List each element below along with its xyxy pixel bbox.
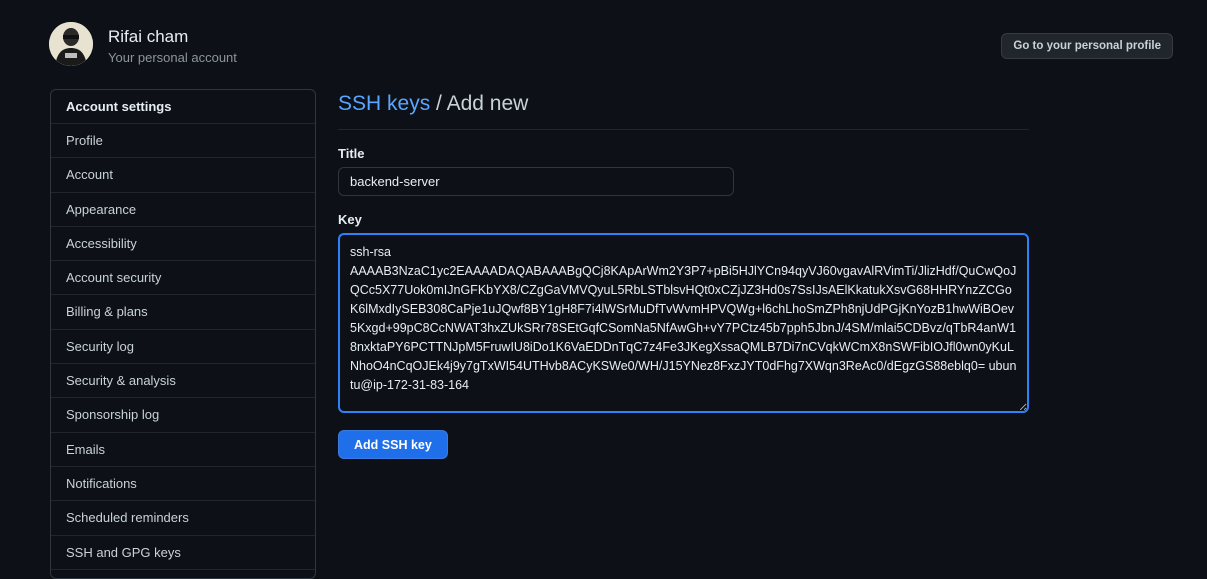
user-name[interactable]: Rifai cham — [108, 27, 188, 47]
sidebar-item-notifications[interactable]: Notifications — [51, 467, 315, 502]
breadcrumb-ssh-keys-link[interactable]: SSH keys — [338, 92, 430, 115]
sidebar-item-accessibility[interactable]: Accessibility — [51, 227, 315, 262]
avatar-image-icon — [49, 22, 93, 66]
key-label: Key — [338, 212, 362, 227]
account-header: Rifai cham Your personal account Go to y… — [49, 22, 1173, 70]
title-label: Title — [338, 146, 365, 161]
sidebar-item-emails[interactable]: Emails — [51, 433, 315, 467]
key-textarea[interactable]: ssh-rsa AAAAB3NzaC1yc2EAAAADAQABAAABgQCj… — [338, 233, 1029, 413]
avatar[interactable] — [49, 22, 93, 66]
settings-sidebar: Account settings Profile Account Appeara… — [50, 89, 316, 579]
sidebar-item-security-analysis[interactable]: Security & analysis — [51, 364, 315, 399]
sidebar-item-profile[interactable]: Profile — [51, 124, 315, 159]
sidebar-item-account-security[interactable]: Account security — [51, 261, 315, 296]
breadcrumb-separator: / — [430, 92, 447, 115]
sidebar-item-appearance[interactable]: Appearance — [51, 193, 315, 227]
sidebar-heading: Account settings — [51, 90, 315, 124]
sidebar-item-billing[interactable]: Billing & plans — [51, 295, 315, 330]
sidebar-item-ssh-gpg-keys[interactable]: SSH and GPG keys — [51, 536, 315, 570]
main-content: SSH keys / Add new Title Key ssh-rsa AAA… — [338, 92, 1029, 459]
user-subtitle: Your personal account — [108, 50, 237, 65]
page-title: SSH keys / Add new — [338, 92, 1029, 130]
go-to-profile-button[interactable]: Go to your personal profile — [1001, 33, 1173, 59]
add-ssh-key-button[interactable]: Add SSH key — [338, 430, 448, 459]
sidebar-item-account[interactable]: Account — [51, 158, 315, 193]
breadcrumb-current: Add new — [446, 92, 529, 115]
sidebar-item-security-log[interactable]: Security log — [51, 330, 315, 365]
title-input[interactable] — [338, 167, 734, 196]
sidebar-item-scheduled-reminders[interactable]: Scheduled reminders — [51, 501, 315, 536]
sidebar-item-sponsorship-log[interactable]: Sponsorship log — [51, 398, 315, 433]
